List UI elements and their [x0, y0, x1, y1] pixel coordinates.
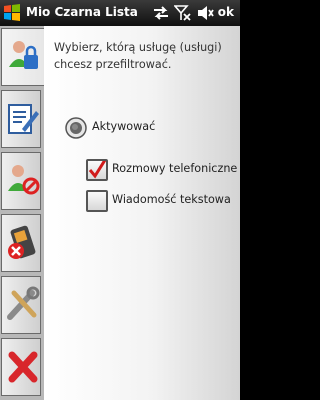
app-title: Mio Czarna Lista: [26, 5, 138, 19]
instruction-text: Wybierz, którą usługę (usługi) chcesz pr…: [54, 41, 222, 71]
phone-delete-icon-button[interactable]: [1, 214, 41, 272]
activate-label: Aktywować: [92, 120, 156, 133]
edit-list-icon: [8, 104, 39, 134]
speaker-icon[interactable]: [196, 4, 214, 22]
start-logo-icon[interactable]: [3, 4, 21, 22]
phone-delete-icon: [8, 225, 36, 259]
block-user-icon-button[interactable]: [1, 28, 45, 86]
activate-radio[interactable]: [64, 116, 88, 140]
check-mark-icon: [88, 159, 107, 179]
tools-icon-button[interactable]: [1, 276, 41, 334]
calls-checkbox[interactable]: [86, 159, 108, 181]
title-bar: Mio Czarna Lista ok: [0, 0, 240, 26]
user-blocked-icon-button[interactable]: [1, 152, 41, 210]
close-icon-button[interactable]: [1, 338, 41, 396]
tools-icon: [7, 286, 40, 320]
filter-panel: Wybierz, którą usługę (usługi) chcesz pr…: [44, 26, 240, 400]
ok-button[interactable]: ok: [218, 5, 234, 19]
calls-label: Rozmowy telefoniczne: [112, 162, 238, 175]
block-user-icon: [9, 41, 38, 69]
sidebar: [0, 26, 45, 400]
close-icon: [8, 351, 38, 383]
sms-checkbox[interactable]: [86, 190, 108, 212]
user-blocked-icon: [8, 165, 40, 195]
edit-list-icon-button[interactable]: [1, 90, 41, 148]
signal-off-icon[interactable]: [174, 4, 192, 22]
sync-icon[interactable]: [152, 4, 170, 22]
sms-label: Wiadomość tekstowa: [112, 193, 231, 206]
